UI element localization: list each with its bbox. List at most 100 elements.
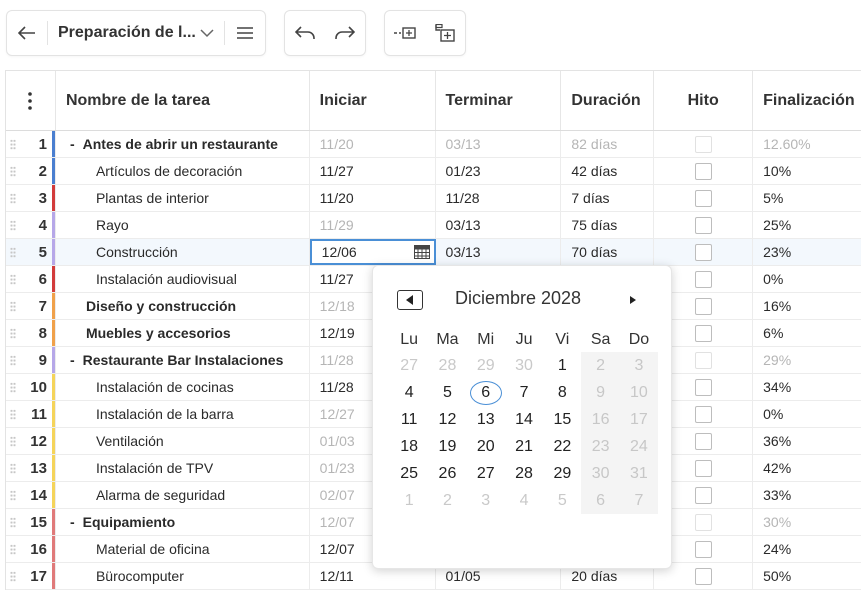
calendar-day[interactable]: 19 [428, 433, 466, 460]
calendar-day[interactable]: 20 [467, 433, 505, 460]
row-number[interactable]: 12 [6, 428, 56, 454]
calendar-day[interactable]: 7 [619, 487, 659, 514]
calendar-icon[interactable] [413, 245, 430, 259]
milestone-checkbox[interactable] [694, 405, 712, 423]
task-name-cell[interactable]: Construcción [56, 239, 310, 265]
calendar-day[interactable]: 1 [390, 487, 428, 514]
completion-cell[interactable]: 24% [753, 536, 861, 562]
completion-cell[interactable]: 25% [753, 212, 861, 238]
duration-cell[interactable]: 7 días [561, 185, 655, 211]
undo-button[interactable] [285, 11, 325, 55]
drag-handle-icon[interactable] [10, 463, 16, 474]
start-date-cell[interactable]: 11/20 [310, 131, 436, 157]
start-date-cell[interactable]: 11/29 [310, 212, 436, 238]
task-name-cell[interactable]: Instalación audiovisual [56, 266, 310, 292]
calendar-day[interactable]: 30 [581, 460, 620, 487]
row-number[interactable]: 2 [6, 158, 56, 184]
collapse-toggle[interactable]: - [70, 514, 75, 530]
calendar-day[interactable]: 5 [428, 379, 466, 406]
milestone-checkbox[interactable] [694, 486, 712, 504]
milestone-checkbox[interactable] [694, 459, 712, 477]
completion-cell[interactable]: 42% [753, 455, 861, 481]
calendar-day[interactable]: 15 [543, 406, 581, 433]
calendar-day[interactable]: 21 [505, 433, 543, 460]
end-date-cell[interactable]: 11/28 [436, 185, 562, 211]
completion-cell[interactable]: 23% [753, 239, 861, 265]
calendar-day[interactable]: 27 [390, 352, 428, 379]
column-header-start[interactable]: Iniciar [310, 71, 436, 130]
task-name-cell[interactable]: - Antes de abrir un restaurante [56, 131, 310, 157]
completion-cell[interactable]: 36% [753, 428, 861, 454]
table-row[interactable]: 3 Plantas de interior 11/20 11/28 7 días 5% [6, 185, 861, 212]
drag-handle-icon[interactable] [10, 247, 16, 258]
drag-handle-icon[interactable] [10, 409, 16, 420]
column-header-completion[interactable]: Finalización [753, 71, 861, 130]
calendar-day[interactable]: 6 [581, 487, 620, 514]
calendar-day[interactable]: 2 [581, 352, 620, 379]
calendar-day[interactable]: 24 [619, 433, 659, 460]
completion-cell[interactable]: 50% [753, 563, 861, 589]
calendar-day[interactable]: 3 [467, 487, 505, 514]
next-month-button[interactable] [623, 290, 643, 310]
task-name-cell[interactable]: Material de oficina [56, 536, 310, 562]
calendar-day[interactable]: 13 [467, 406, 505, 433]
menu-button[interactable] [225, 11, 265, 55]
end-date-cell[interactable]: 03/13 [436, 239, 562, 265]
end-date-cell[interactable]: 01/23 [436, 158, 562, 184]
column-header-duration[interactable]: Duración [561, 71, 655, 130]
milestone-checkbox[interactable] [694, 216, 712, 234]
end-date-cell[interactable]: 03/13 [436, 212, 562, 238]
row-number[interactable]: 4 [6, 212, 56, 238]
calendar-day[interactable]: 10 [619, 379, 659, 406]
milestone-checkbox[interactable] [694, 270, 712, 288]
row-number[interactable]: 17 [6, 563, 56, 589]
column-header-name[interactable]: Nombre de la tarea [56, 71, 310, 130]
task-name-cell[interactable]: Rayo [56, 212, 310, 238]
outdent-button[interactable] [385, 11, 425, 55]
collapse-toggle[interactable]: - [70, 136, 75, 152]
completion-cell[interactable]: 0% [753, 401, 861, 427]
calendar-day[interactable]: 30 [505, 352, 543, 379]
milestone-checkbox[interactable] [694, 135, 712, 153]
drag-handle-icon[interactable] [10, 166, 16, 177]
calendar-day[interactable]: 14 [505, 406, 543, 433]
row-number[interactable]: 9 [6, 347, 56, 373]
milestone-checkbox[interactable] [694, 432, 712, 450]
completion-cell[interactable]: 5% [753, 185, 861, 211]
completion-cell[interactable]: 12.60% [753, 131, 861, 157]
duration-cell[interactable]: 75 días [561, 212, 655, 238]
calendar-day[interactable]: 2 [428, 487, 466, 514]
drag-handle-icon[interactable] [10, 328, 16, 339]
completion-cell[interactable]: 0% [753, 266, 861, 292]
task-name-cell[interactable]: - Restaurante Bar Instalaciones [56, 347, 310, 373]
calendar-day[interactable]: 28 [428, 352, 466, 379]
column-header-milestone[interactable]: Hito [654, 71, 754, 130]
row-number[interactable]: 1 [6, 131, 56, 157]
milestone-checkbox[interactable] [694, 540, 712, 558]
end-date-cell[interactable]: 03/13 [436, 131, 562, 157]
completion-cell[interactable]: 16% [753, 293, 861, 319]
task-name-cell[interactable]: Alarma de seguridad [56, 482, 310, 508]
duration-cell[interactable]: 82 días [561, 131, 655, 157]
task-name-cell[interactable]: - Equipamiento [56, 509, 310, 535]
calendar-day[interactable]: 31 [619, 460, 659, 487]
completion-cell[interactable]: 10% [753, 158, 861, 184]
calendar-day[interactable]: 25 [390, 460, 428, 487]
calendar-day[interactable]: 22 [543, 433, 581, 460]
drag-handle-icon[interactable] [10, 490, 16, 501]
completion-cell[interactable]: 34% [753, 374, 861, 400]
back-button[interactable] [7, 11, 47, 55]
drag-handle-icon[interactable] [10, 220, 16, 231]
duration-cell[interactable]: 42 días [561, 158, 655, 184]
row-number[interactable]: 13 [6, 455, 56, 481]
row-number[interactable]: 11 [6, 401, 56, 427]
calendar-day[interactable]: 5 [543, 487, 581, 514]
calendar-day[interactable]: 29 [467, 352, 505, 379]
task-name-cell[interactable]: Instalación de la barra [56, 401, 310, 427]
task-name-cell[interactable]: Ventilación [56, 428, 310, 454]
row-number[interactable]: 3 [6, 185, 56, 211]
milestone-checkbox[interactable] [694, 162, 712, 180]
milestone-checkbox[interactable] [694, 513, 712, 531]
calendar-day[interactable]: 1 [543, 352, 581, 379]
calendar-day[interactable]: 29 [543, 460, 581, 487]
